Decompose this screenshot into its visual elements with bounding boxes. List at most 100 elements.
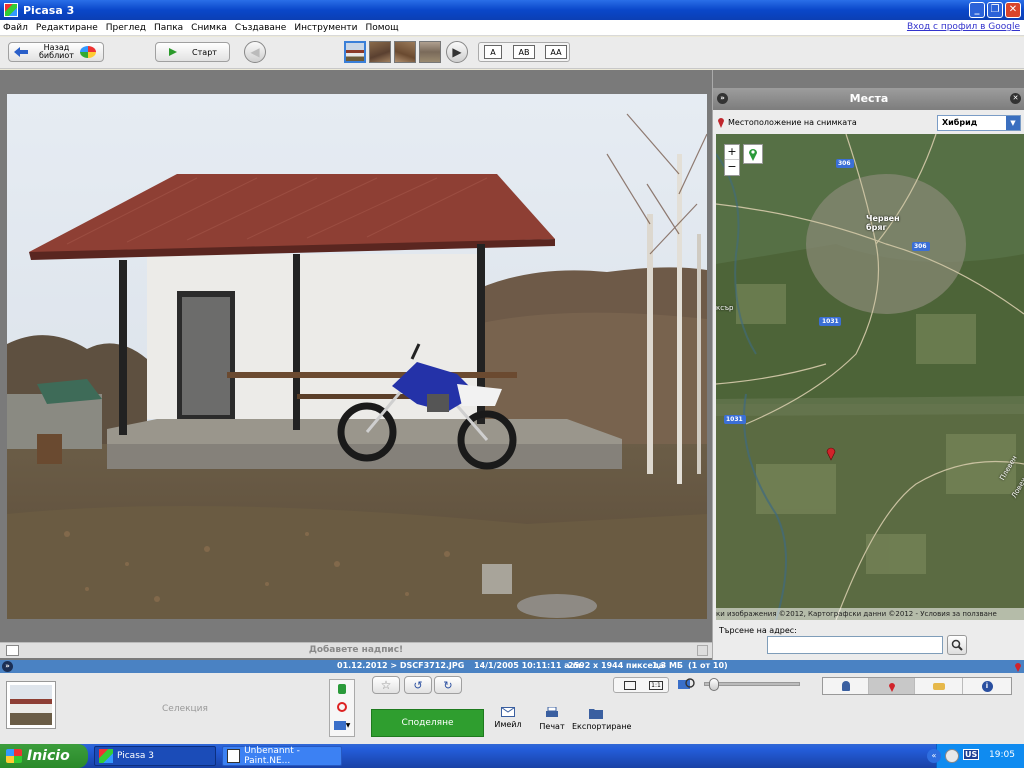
- fit-view-icon[interactable]: [624, 681, 636, 690]
- close-panel-icon[interactable]: ✕: [1010, 93, 1021, 104]
- map-image: [716, 134, 1024, 620]
- selection-thumb-image: [10, 685, 52, 725]
- zoom-tool-icon[interactable]: [678, 677, 698, 691]
- tray-expand-icon[interactable]: «: [927, 749, 941, 763]
- people-tab[interactable]: [823, 678, 869, 694]
- start-label: Inicio: [27, 748, 70, 764]
- export-button[interactable]: Експортиране: [572, 707, 631, 743]
- photo-viewer: Добавете надпис!: [0, 70, 712, 660]
- places-header: » Места ✕: [713, 88, 1024, 110]
- address-search-label: Търсене на адрес:: [719, 626, 797, 635]
- caption-corner-icon: [697, 645, 708, 656]
- menu-file[interactable]: Файл: [3, 23, 28, 33]
- back-to-library-button[interactable]: Назад библиот: [8, 42, 104, 62]
- filmstrip-thumb-2[interactable]: [369, 41, 391, 63]
- menu-picture[interactable]: Снимка: [191, 23, 227, 33]
- picasa-logo-icon: [79, 46, 96, 58]
- google-signin-link[interactable]: Вход с профил в Google: [907, 22, 1020, 32]
- rotate-right-icon: ↻: [443, 678, 453, 692]
- address-search-input[interactable]: [767, 636, 943, 654]
- windows-logo-icon: [6, 749, 22, 763]
- slideshow-start-button[interactable]: Старт: [155, 42, 230, 62]
- menu-bar: Файл Редактиране Преглед Папка Снимка Съ…: [0, 20, 1024, 36]
- places-pin-icon: [888, 682, 895, 692]
- zoom-slider-thumb[interactable]: [709, 678, 720, 691]
- map-attribution: ки изображения ©2012, Картографски данни…: [716, 608, 1024, 620]
- share-label: Споделяне: [401, 718, 454, 728]
- task-label-paint: Unbenannt - Paint.NE...: [244, 746, 300, 766]
- address-search-button[interactable]: [947, 635, 967, 655]
- status-count: (1 от 10): [688, 661, 728, 670]
- map-edge-label-left: ксър: [716, 304, 734, 312]
- window-title: Picasa 3: [23, 3, 75, 17]
- caption-placeholder[interactable]: Добавете надпис!: [0, 645, 712, 655]
- print-button[interactable]: Печат: [536, 706, 568, 741]
- close-button[interactable]: ✕: [1005, 2, 1021, 18]
- collapse-panel-icon[interactable]: »: [717, 93, 728, 104]
- clear-selection-icon[interactable]: [330, 698, 354, 716]
- taskbar-item-paint[interactable]: Unbenannt - Paint.NE...: [222, 746, 342, 766]
- places-top-strip: [713, 70, 1024, 88]
- location-row: Местоположение на снимката: [717, 116, 857, 128]
- bottom-tray: Селекция ▼ ☆ ↺ ↻ Споделяне Имейл Печат Е…: [0, 673, 1024, 744]
- selection-thumbnail[interactable]: [6, 681, 56, 729]
- zoom-in-button[interactable]: +: [725, 145, 739, 160]
- menu-edit[interactable]: Редактиране: [36, 23, 98, 33]
- info-tab[interactable]: i: [963, 678, 1011, 694]
- text-mode-aa-button[interactable]: AA: [545, 45, 567, 59]
- text-mode-a-button[interactable]: A: [484, 45, 502, 59]
- tags-tab[interactable]: [915, 678, 963, 694]
- status-pin-icon: [1015, 663, 1021, 672]
- album-dropdown-icon[interactable]: ▼: [330, 716, 354, 734]
- status-path: 01.12.2012 > DSCF3712.JPG: [337, 661, 465, 670]
- zoom-control: + −: [724, 144, 740, 176]
- picasa-task-icon: [99, 749, 113, 763]
- expand-icon[interactable]: »: [2, 661, 13, 672]
- menu-folder[interactable]: Папка: [154, 23, 183, 33]
- minimize-button[interactable]: _: [969, 2, 985, 18]
- email-label: Имейл: [494, 720, 522, 729]
- star-button[interactable]: ☆: [372, 676, 400, 694]
- satellite-map[interactable]: 306 306 1031 1031 Червен бряг ксър Плеве…: [716, 134, 1024, 620]
- map-type-value: Хибрид: [942, 118, 978, 127]
- previous-arrow-icon[interactable]: ◀: [244, 41, 266, 63]
- tray-app-icon[interactable]: [945, 749, 959, 763]
- email-button[interactable]: Имейл: [492, 707, 524, 741]
- filmstrip-thumb-4[interactable]: [419, 41, 441, 63]
- menu-tools[interactable]: Инструменти: [294, 23, 357, 33]
- filmstrip-thumb-3[interactable]: [394, 41, 416, 63]
- places-tab[interactable]: [869, 678, 915, 694]
- zoom-slider-track[interactable]: [704, 678, 800, 691]
- toolbar: Назад библиот Старт ◀ ▶ A AB AA: [0, 37, 1024, 69]
- print-icon: [546, 706, 558, 717]
- photo-motorcycle-shelter[interactable]: [7, 94, 707, 619]
- menu-create[interactable]: Създаване: [235, 23, 286, 33]
- print-label: Печат: [539, 722, 565, 731]
- rotate-right-button[interactable]: ↻: [434, 676, 462, 694]
- info-icon: i: [981, 680, 993, 692]
- export-folder-icon: [589, 709, 603, 719]
- back-sublabel: библиот: [39, 51, 74, 60]
- menu-help[interactable]: Помощ: [366, 23, 399, 33]
- tag-icon: [932, 682, 945, 690]
- status-dimensions: 2592 x 1944 пиксела: [568, 661, 665, 670]
- system-tray: « US 19:05: [927, 744, 1024, 768]
- start-button[interactable]: Inicio: [0, 744, 88, 768]
- menu-view[interactable]: Преглед: [106, 23, 146, 33]
- clock: 19:05: [989, 750, 1015, 760]
- next-arrow-icon[interactable]: ▶: [446, 41, 468, 63]
- share-button[interactable]: Споделяне: [371, 709, 484, 737]
- place-pin-button[interactable]: [743, 144, 763, 164]
- status-filesize: 1,3 МБ: [652, 661, 684, 670]
- actual-size-icon[interactable]: 1:1: [649, 681, 663, 690]
- filmstrip-thumb-1[interactable]: [344, 41, 366, 63]
- hold-pin-icon[interactable]: [330, 680, 354, 698]
- selection-tools: ▼: [329, 679, 355, 737]
- rotate-left-button[interactable]: ↺: [404, 676, 432, 694]
- taskbar-item-picasa[interactable]: Picasa 3: [94, 746, 216, 766]
- map-type-select[interactable]: Хибрид ▼: [937, 115, 1021, 131]
- zoom-out-button[interactable]: −: [725, 160, 739, 175]
- restore-button[interactable]: ❐: [987, 2, 1003, 18]
- language-indicator[interactable]: US: [963, 749, 980, 760]
- text-mode-ab-button[interactable]: AB: [513, 45, 535, 59]
